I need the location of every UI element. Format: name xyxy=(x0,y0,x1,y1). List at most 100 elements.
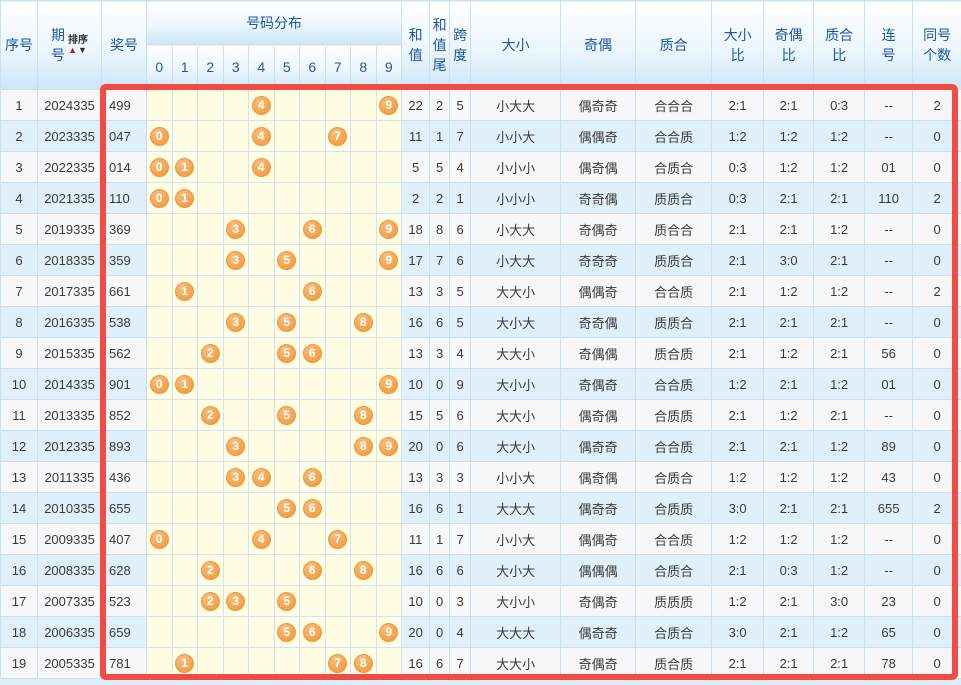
cell-parity: 偶偶奇 xyxy=(560,523,637,555)
cell-digit-9: 9 xyxy=(375,244,403,276)
cell-sum-tail: 7 xyxy=(429,244,451,276)
sort-control[interactable]: 排序 ▲▼ xyxy=(68,35,88,55)
cell-span: 7 xyxy=(449,523,472,555)
cell-digit-1: 1 xyxy=(171,368,198,400)
cell-digit-8 xyxy=(350,523,377,555)
parity-ratio-label: 奇偶 比 xyxy=(774,26,803,63)
cell-number: 523 xyxy=(101,585,147,617)
digit-ball: 5 xyxy=(277,498,297,518)
cell-digit-6: 6 xyxy=(299,554,326,586)
digit-ball: 8 xyxy=(353,653,373,673)
cell-digit-2 xyxy=(197,182,224,214)
cell-digit-1 xyxy=(171,430,198,462)
cell-digit-9: 9 xyxy=(375,616,403,648)
cell-digit-7 xyxy=(324,306,351,338)
cell-parity-ratio: 3:0 xyxy=(763,244,815,276)
digit-ball: 9 xyxy=(379,622,399,642)
cell-prime: 合合质 xyxy=(635,120,713,152)
cell-digit-6: 6 xyxy=(299,492,326,524)
cell-digit-6: 6 xyxy=(299,616,326,648)
cell-digit-4 xyxy=(248,430,275,462)
cell-size-ratio: 2:1 xyxy=(711,399,765,431)
cell-parity-ratio: 2:1 xyxy=(763,585,815,617)
cell-digit-8 xyxy=(350,585,377,617)
table-row: 3 2022335 014 0 1 4 5 5 4 小小小 偶奇偶 合质合 0:3 1:2 1:2 01 0 xyxy=(0,151,961,183)
cell-sum: 18 xyxy=(401,213,431,245)
cell-digit-7: 7 xyxy=(324,523,351,555)
cell-digit-4 xyxy=(248,399,275,431)
cell-digit-4 xyxy=(248,585,275,617)
cell-digit-8: 8 xyxy=(350,554,377,586)
cell-digit-0 xyxy=(146,430,173,462)
cell-digit-0 xyxy=(146,244,173,276)
cell-digit-3: 3 xyxy=(222,461,249,493)
cell-digit-4: 4 xyxy=(248,89,275,121)
cell-parity: 奇偶偶 xyxy=(560,337,637,369)
cell-size-ratio: 2:1 xyxy=(711,647,765,679)
col-header-same-count: 同号 个数 xyxy=(912,0,961,90)
cell-parity: 奇奇奇 xyxy=(560,244,637,276)
cell-digit-0 xyxy=(146,306,173,338)
cell-digit-9: 9 xyxy=(375,368,403,400)
cell-same-count: 0 xyxy=(912,554,961,586)
digit-ball: 4 xyxy=(251,467,271,487)
cell-digit-0 xyxy=(146,492,173,524)
cell-digit-3: 3 xyxy=(222,213,249,245)
cell-seq: 9 xyxy=(0,337,38,369)
digit-ball: 4 xyxy=(251,157,271,177)
cell-digit-5 xyxy=(273,182,300,214)
cell-digit-7 xyxy=(324,337,351,369)
cell-size-ratio: 2:1 xyxy=(711,337,765,369)
cell-size: 大大小 xyxy=(470,399,562,431)
digit-ball: 4 xyxy=(251,126,271,146)
cell-digit-0 xyxy=(146,616,173,648)
cell-digit-9: 9 xyxy=(375,430,403,462)
digit-col-header-8: 8 xyxy=(350,44,377,90)
cell-digit-6 xyxy=(299,399,326,431)
col-header-seq: 序号 xyxy=(0,0,38,90)
cell-parity: 奇偶奇 xyxy=(560,213,637,245)
cell-digit-7 xyxy=(324,368,351,400)
cell-digit-0: 0 xyxy=(146,368,173,400)
cell-parity-ratio: 2:1 xyxy=(763,182,815,214)
cell-digit-8 xyxy=(350,213,377,245)
cell-number: 369 xyxy=(101,213,147,245)
cell-span: 1 xyxy=(449,492,472,524)
cell-digit-6 xyxy=(299,306,326,338)
sort-ascending-icon[interactable]: ▲ xyxy=(68,45,78,55)
cell-sum-tail: 6 xyxy=(429,492,451,524)
cell-size: 大小大 xyxy=(470,554,562,586)
cell-consecutive: 89 xyxy=(864,430,914,462)
cell-digit-8 xyxy=(350,492,377,524)
cell-digit-4 xyxy=(248,647,275,679)
digit-col-header-7: 7 xyxy=(324,44,351,90)
cell-size: 大大小 xyxy=(470,275,562,307)
cell-size: 大小大 xyxy=(470,306,562,338)
digit-ball: 8 xyxy=(353,405,373,425)
digit-ball: 6 xyxy=(302,281,322,301)
cell-digit-7 xyxy=(324,430,351,462)
cell-consecutive: 655 xyxy=(864,492,914,524)
table-row: 6 2018335 359 3 5 9 17 7 6 小大大 奇奇奇 质质合 2:1 3:0 2:1 -- 0 xyxy=(0,244,961,276)
table-row: 10 2014335 901 0 1 9 10 0 9 大小小 奇偶奇 合合质 1:2 2:1 1:2 01 0 xyxy=(0,368,961,400)
cell-digit-1: 1 xyxy=(171,647,198,679)
cell-prime: 质合质 xyxy=(635,647,713,679)
cell-digit-8 xyxy=(350,182,377,214)
sort-descending-icon[interactable]: ▼ xyxy=(78,45,88,55)
cell-parity: 偶奇偶 xyxy=(560,151,637,183)
cell-sum: 10 xyxy=(401,585,431,617)
cell-size: 小小大 xyxy=(470,120,562,152)
cell-digit-7 xyxy=(324,89,351,121)
cell-size: 大小小 xyxy=(470,368,562,400)
digit-ball: 1 xyxy=(175,281,195,301)
cell-parity: 偶偶奇 xyxy=(560,275,637,307)
cell-digit-5 xyxy=(273,89,300,121)
cell-digit-8 xyxy=(350,89,377,121)
cell-same-count: 2 xyxy=(912,89,961,121)
cell-consecutive: -- xyxy=(864,213,914,245)
cell-digit-9: 9 xyxy=(375,213,403,245)
table-row: 5 2019335 369 3 6 9 18 8 6 小大大 奇偶奇 质合合 2:1 2:1 1:2 -- 0 xyxy=(0,213,961,245)
cell-prime-ratio: 1:2 xyxy=(813,368,866,400)
cell-digit-2 xyxy=(197,89,224,121)
cell-consecutive: 23 xyxy=(864,585,914,617)
